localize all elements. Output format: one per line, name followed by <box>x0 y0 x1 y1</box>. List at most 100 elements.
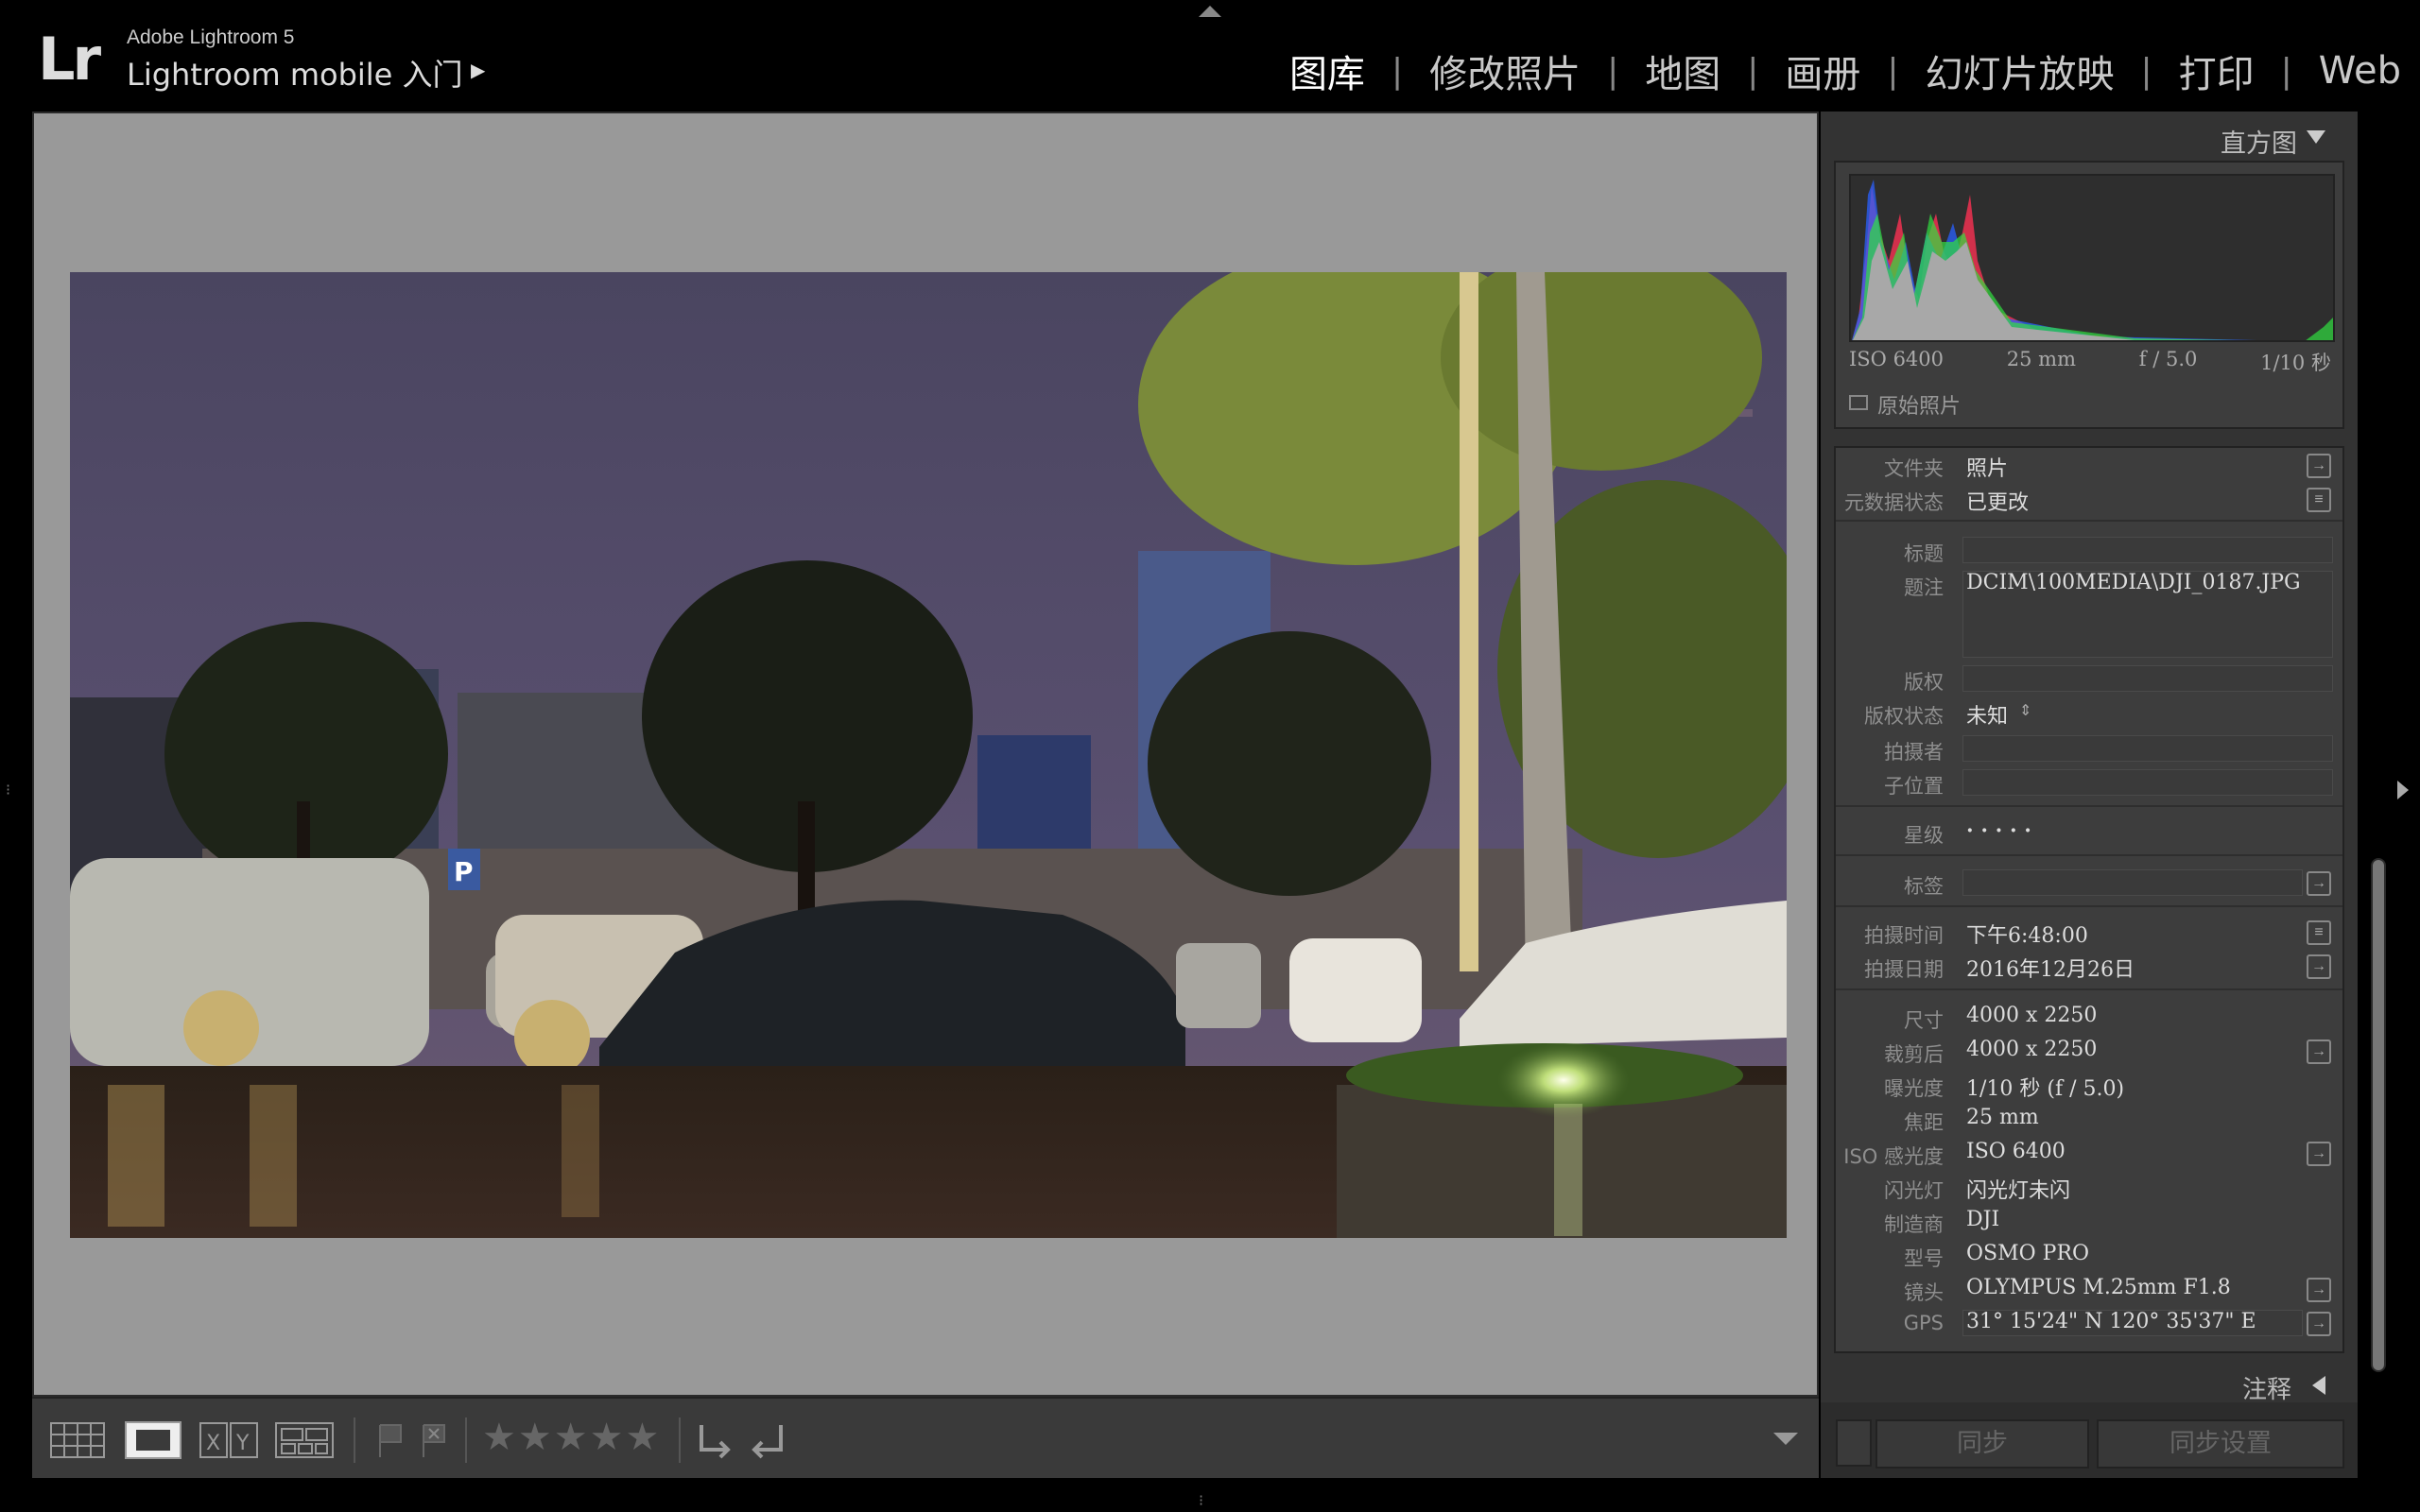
auto-sync-switch[interactable] <box>1836 1419 1872 1467</box>
svg-text:P: P <box>454 856 474 887</box>
toolbar-divider <box>354 1418 355 1463</box>
right-panel-collapse-icon[interactable] <box>2397 781 2409 799</box>
loupe-view-icon[interactable] <box>125 1421 182 1459</box>
metadata-label: 拍摄时间 <box>1864 924 1944 947</box>
module-web[interactable]: Web <box>2319 49 2401 93</box>
metadata-row-sublocation: 子位置 <box>1836 765 2342 799</box>
histogram-camera-info: ISO 6400 25 mm f / 5.0 1/10 秒 <box>1849 348 2331 376</box>
flag-pick-icon[interactable] <box>376 1421 405 1459</box>
lens-arrow-icon[interactable]: → <box>2307 1278 2331 1302</box>
gps-map-arrow-icon[interactable]: → <box>2307 1312 2331 1336</box>
metadata-label: 版权 <box>1904 671 1944 694</box>
star-rating[interactable]: ★★★★★ <box>482 1416 661 1459</box>
right-panel-scroll-thumb[interactable] <box>2373 860 2384 1370</box>
sync-button[interactable]: 同步 <box>1876 1419 2089 1469</box>
metadata-label: 曝光度 <box>1884 1077 1944 1100</box>
metadata-status-list-icon[interactable]: ≡ <box>2307 488 2331 512</box>
identity-plate: Lr Adobe Lightroom 5 Lightroom mobile 入门… <box>0 0 2420 106</box>
annotations-panel-header[interactable]: 注释 <box>1821 1365 2358 1405</box>
go-to-folder-arrow-icon[interactable]: → <box>2307 454 2331 478</box>
right-panel: 直方图 ISO 6400 25 mm f / 5.0 1/10 秒 原始照片 文… <box>1821 112 2358 1478</box>
copyright-input[interactable] <box>1962 665 2333 692</box>
histogram-panel-header[interactable]: 直方图 <box>1821 112 2358 161</box>
module-slideshow[interactable]: 幻灯片放映 <box>1926 43 2115 98</box>
metadata-row-title: 标题 <box>1836 533 2342 567</box>
metadata-divider <box>1836 905 2342 907</box>
catalog-menu-arrow-icon[interactable]: ▶ <box>471 59 485 82</box>
select-stepper-icon[interactable]: ⇕ <box>2019 701 2031 720</box>
iso-arrow-icon[interactable]: → <box>2307 1142 2331 1166</box>
module-library[interactable]: 图库 <box>1289 43 1365 98</box>
histogram-chart[interactable] <box>1849 174 2335 342</box>
grid-view-icon[interactable] <box>49 1421 106 1459</box>
toolbar-options-chevron-down-icon[interactable] <box>1773 1433 1798 1445</box>
label-input[interactable] <box>1962 869 2303 896</box>
original-photo-checkbox[interactable] <box>1849 395 1868 410</box>
compare-view-icon[interactable]: X Y <box>199 1421 259 1459</box>
metadata-row-flash: 闪光灯 闪光灯未闪 <box>1836 1170 2342 1204</box>
metadata-label: 拍摄者 <box>1884 741 1944 764</box>
loupe-view[interactable]: P <box>32 112 1819 1397</box>
copyright-status-select[interactable]: 未知 <box>1966 699 2008 730</box>
metadata-value: 照片 <box>1966 457 2009 481</box>
metadata-divider <box>1836 520 2342 522</box>
metadata-row-gps: GPS 31° 15'24" N 120° 35'37" E → <box>1836 1306 2342 1340</box>
module-develop[interactable]: 修改照片 <box>1429 43 1581 98</box>
metadata-value: ISO 6400 <box>1966 1140 2066 1163</box>
metadata-value: DJI <box>1966 1208 2000 1231</box>
app-name: Adobe Lightroom 5 <box>127 26 295 48</box>
loupe-photo[interactable]: P <box>70 272 1787 1238</box>
histogram-title[interactable]: 直方图 <box>2221 123 2297 160</box>
metadata-row-status: 元数据状态 已更改 ≡ <box>1836 482 2342 516</box>
capture-date-arrow-icon[interactable]: → <box>2307 954 2331 979</box>
module-separator: | <box>1887 51 1899 91</box>
metadata-divider <box>1836 805 2342 807</box>
capture-time-list-icon[interactable]: ≡ <box>2307 920 2331 945</box>
histogram-collapse-icon[interactable] <box>2307 130 2325 144</box>
loupe-toolbar: X Y ★★★★★ <box>32 1397 1819 1478</box>
title-input[interactable] <box>1962 537 2333 563</box>
rating-dots[interactable]: · · · · · <box>1966 818 2031 843</box>
sync-settings-button[interactable]: 同步设置 <box>2097 1419 2344 1469</box>
hist-focal: 25 mm <box>2006 348 2077 370</box>
filmstrip-expand-icon[interactable]: ⁝ <box>1199 1491 1203 1510</box>
top-panel-collapse-icon[interactable] <box>1199 6 1221 17</box>
metadata-label: ISO 感光度 <box>1843 1145 1944 1168</box>
metadata-label: 文件夹 <box>1884 457 1944 480</box>
metadata-value: 1/10 秒 (f / 5.0) <box>1966 1077 2125 1101</box>
metadata-row-creator: 拍摄者 <box>1836 731 2342 765</box>
metadata-row-exposure: 曝光度 1/10 秒 (f / 5.0) <box>1836 1068 2342 1102</box>
metadata-row-copyright-status: 版权状态 未知 ⇕ <box>1836 696 2342 730</box>
rotate-left-icon[interactable] <box>694 1421 735 1459</box>
metadata-row-lens: 镜头 OLYMPUS M.25mm F1.8 → <box>1836 1272 2342 1306</box>
module-book[interactable]: 画册 <box>1785 43 1860 98</box>
label-arrow-icon[interactable]: → <box>2307 871 2331 896</box>
histogram-panel: ISO 6400 25 mm f / 5.0 1/10 秒 原始照片 <box>1834 161 2344 429</box>
metadata-panel: 文件夹 照片 → 元数据状态 已更改 ≡ 标题 题注 DCIM\100MEDIA… <box>1834 446 2344 1353</box>
module-print[interactable]: 打印 <box>2179 43 2255 98</box>
toolbar-divider <box>465 1418 467 1463</box>
metadata-value: 已更改 <box>1966 491 2030 515</box>
catalog-name[interactable]: Lightroom mobile 入门 <box>127 51 463 94</box>
gps-value: 31° 15'24" N 120° 35'37" E <box>1966 1310 2256 1333</box>
sublocation-input[interactable] <box>1962 769 2333 796</box>
module-separator: | <box>1391 51 1404 91</box>
metadata-row-dimensions: 尺寸 4000 x 2250 <box>1836 1000 2342 1034</box>
metadata-divider <box>1836 854 2342 856</box>
lightroom-logo: Lr <box>38 25 101 94</box>
crop-arrow-icon[interactable]: → <box>2307 1040 2331 1064</box>
annotations-expand-icon[interactable] <box>2312 1376 2325 1395</box>
metadata-label: 尺寸 <box>1904 1009 1944 1032</box>
module-separator: | <box>2140 51 2152 91</box>
left-panel-expand-icon[interactable]: ⁝ <box>6 781 10 799</box>
survey-view-icon[interactable] <box>274 1421 335 1459</box>
metadata-value: 4000 x 2250 <box>1966 1038 2098 1061</box>
metadata-label: 子位置 <box>1884 775 1944 798</box>
creator-input[interactable] <box>1962 735 2333 762</box>
module-map[interactable]: 地图 <box>1645 43 1720 98</box>
module-separator: | <box>1607 51 1619 91</box>
flag-reject-icon[interactable] <box>420 1421 448 1459</box>
rotate-right-icon[interactable] <box>747 1421 788 1459</box>
metadata-label: 元数据状态 <box>1844 491 1944 514</box>
annotations-title[interactable]: 注释 <box>2242 1370 2291 1405</box>
